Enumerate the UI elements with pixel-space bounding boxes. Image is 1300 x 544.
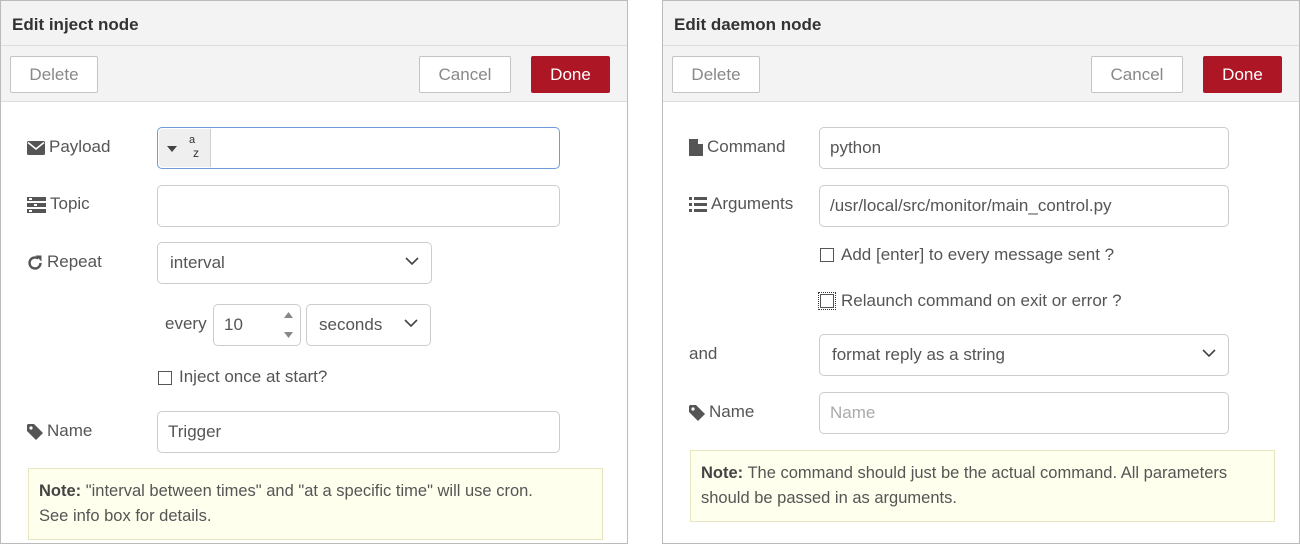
and-label: and (689, 344, 718, 363)
string-type-icon-sub: z (193, 146, 199, 160)
caret-down-icon (167, 146, 177, 152)
reply-format-select[interactable]: format reply as a string (819, 334, 1229, 376)
editor-toolbar: Delete Cancel Done (1, 46, 627, 102)
note-line-2: should be passed in as arguments. (701, 489, 957, 507)
inject-once-checkbox[interactable] (158, 371, 172, 385)
tasks-icon (27, 196, 46, 213)
done-button[interactable]: Done (1203, 56, 1282, 93)
cancel-button[interactable]: Cancel (1091, 56, 1183, 93)
command-label: Command (689, 137, 785, 157)
delete-button[interactable]: Delete (10, 56, 98, 93)
arguments-input[interactable]: /usr/local/src/monitor/main_control.py (819, 185, 1229, 227)
arguments-label: Arguments (689, 194, 793, 214)
editor-title: Edit inject node (12, 15, 139, 34)
spin-up-icon[interactable] (284, 312, 293, 318)
note-box: Note: "interval between times" and "at a… (28, 468, 603, 540)
name-placeholder: Name (830, 403, 876, 422)
every-number-input[interactable]: 10 (213, 304, 301, 346)
editor-title: Edit daemon node (674, 15, 822, 34)
file-icon (689, 139, 703, 157)
repeat-icon (27, 255, 43, 271)
spin-down-icon[interactable] (284, 332, 293, 338)
cancel-button[interactable]: Cancel (419, 56, 511, 93)
inject-once-label: Inject once at start? (179, 367, 328, 386)
editor-toolbar: Delete Cancel Done (663, 46, 1299, 102)
envelope-icon (27, 140, 45, 155)
note-line-1: The command should just be the actual co… (743, 464, 1228, 482)
daemon-node-editor: Edit daemon node Delete Cancel Done Comm… (662, 0, 1300, 544)
note-title: Note: (39, 482, 82, 500)
tag-icon (689, 404, 705, 421)
name-label: Name (689, 402, 754, 422)
spinner-buttons[interactable] (278, 305, 300, 345)
chevron-down-icon (405, 257, 419, 266)
every-label: every (165, 314, 207, 333)
editor-titlebar: Edit inject node (1, 1, 627, 46)
repeat-select[interactable]: interval (157, 242, 432, 284)
payload-input[interactable]: a z (157, 127, 560, 169)
topic-label: Topic (27, 194, 90, 214)
chevron-down-icon (404, 319, 418, 328)
tag-icon (27, 423, 43, 440)
every-unit-select[interactable]: seconds (306, 304, 431, 346)
note-title: Note: (701, 464, 744, 482)
note-line-2: See info box for details. (39, 507, 212, 525)
name-label: Name (27, 421, 92, 441)
topic-input[interactable] (157, 185, 560, 227)
note-line-1: "interval between times" and "at a speci… (81, 482, 533, 500)
command-input[interactable]: python (819, 127, 1229, 169)
delete-button[interactable]: Delete (672, 56, 760, 93)
add-enter-label: Add [enter] to every message sent ? (841, 245, 1115, 264)
payload-type-selector[interactable]: a z (159, 129, 211, 167)
relaunch-label: Relaunch command on exit or error ? (841, 291, 1122, 310)
name-input[interactable]: Name (819, 392, 1229, 434)
chevron-down-icon (1202, 349, 1216, 358)
inject-node-editor: Edit inject node Delete Cancel Done Payl… (0, 0, 628, 544)
list-icon (689, 197, 707, 213)
editor-titlebar: Edit daemon node (663, 1, 1299, 46)
done-button[interactable]: Done (531, 56, 610, 93)
add-enter-checkbox[interactable] (820, 248, 834, 262)
relaunch-checkbox[interactable] (818, 292, 836, 310)
name-input[interactable]: Trigger (157, 411, 560, 453)
note-box: Note: The command should just be the act… (690, 450, 1275, 522)
repeat-label: Repeat (27, 252, 102, 272)
payload-label: Payload (27, 137, 110, 157)
